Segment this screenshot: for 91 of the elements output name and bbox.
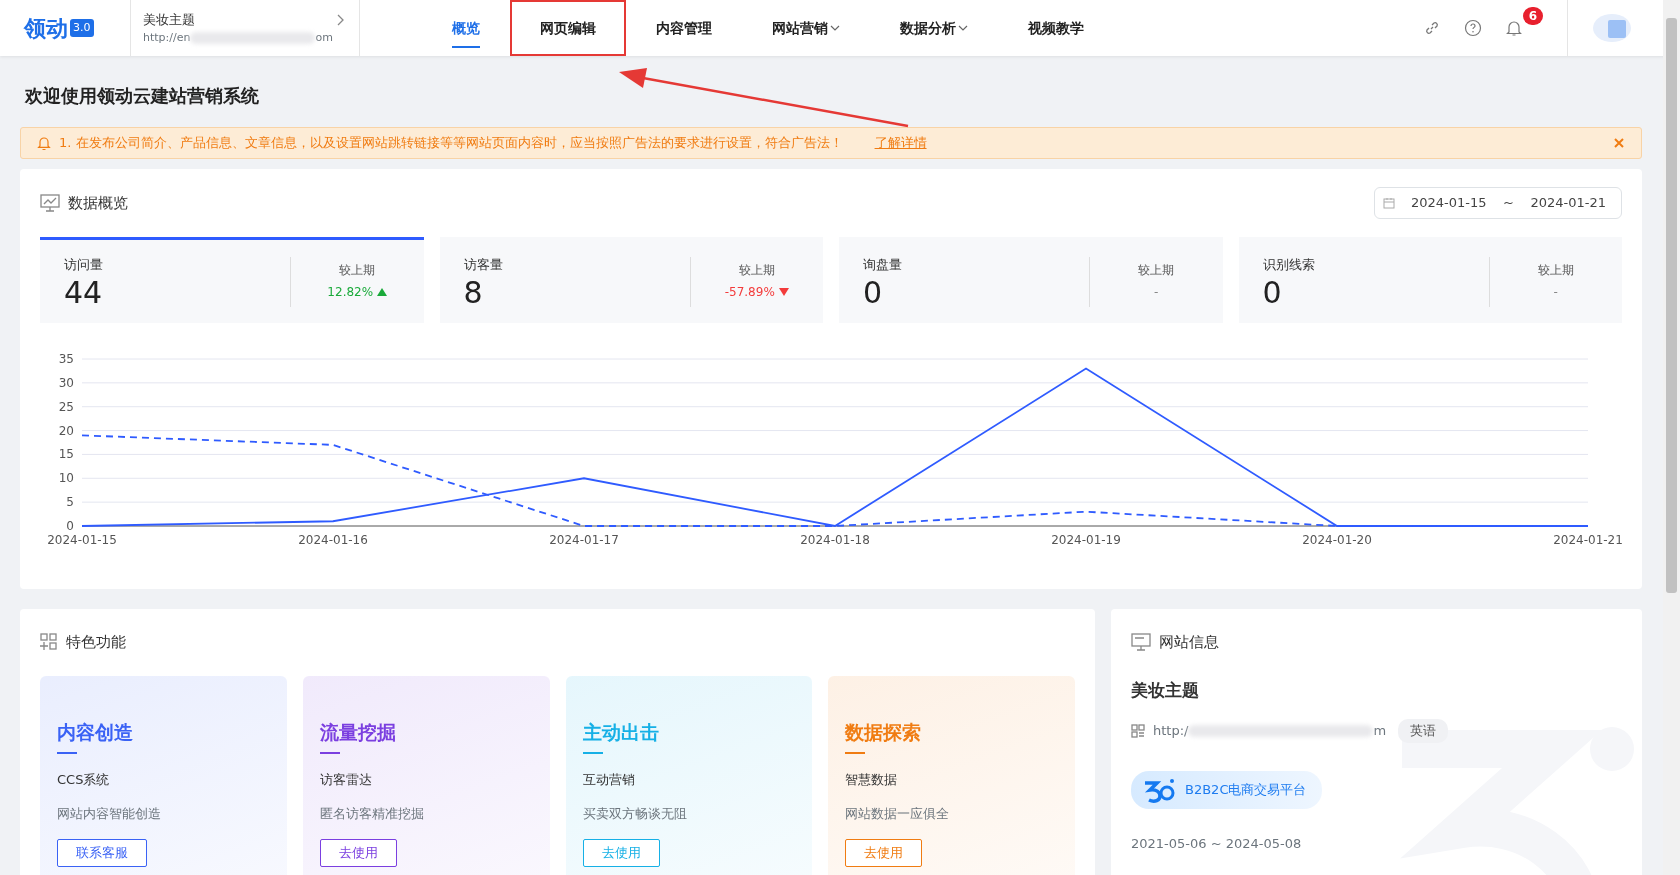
site-url[interactable]: http:/ <box>1153 721 1189 741</box>
scrollbar[interactable] <box>1663 0 1680 875</box>
language-tag: 英语 <box>1398 719 1449 743</box>
feature-description: 匿名访客精准挖掘 <box>319 804 425 823</box>
feature-title: 主动出击 <box>582 719 660 745</box>
bell-icon[interactable] <box>1505 19 1522 37</box>
help-icon[interactable] <box>1463 19 1482 37</box>
axis-tick-label: 30 <box>58 375 74 390</box>
site-name: 美妆主题 <box>1131 678 1200 702</box>
stat-tile[interactable]: 识别线索 0 较上期 - <box>1238 237 1622 323</box>
chevron-right-icon[interactable] <box>337 14 345 26</box>
compare-label: 较上期 <box>338 261 377 279</box>
service-period: 2021-05-06 ~ 2024-05-08 <box>1131 835 1303 853</box>
site-url: http://en <box>143 30 191 44</box>
site-url: om <box>315 30 333 44</box>
feature-subtitle: 智慧数据 <box>845 771 899 789</box>
close-icon[interactable] <box>1613 137 1625 149</box>
monitor-icon <box>1131 633 1151 652</box>
title-underline <box>582 752 603 754</box>
compare-label: 较上期 <box>737 261 776 279</box>
feature-title: 数据探索 <box>845 719 923 745</box>
apps-icon <box>40 633 58 652</box>
feature-title: 流量挖掘 <box>319 719 397 745</box>
section-title: 数据概览 <box>68 192 128 214</box>
nav-tab[interactable]: 视频教学 <box>998 0 1114 56</box>
bell-icon <box>37 135 51 151</box>
title-underline <box>57 752 77 754</box>
stat-label: 询盘量 <box>863 255 903 274</box>
notification-badge: 6 <box>1522 7 1543 25</box>
compare-label: 较上期 <box>1536 261 1575 279</box>
stat-label: 识别线索 <box>1262 255 1316 274</box>
section-title: 网站信息 <box>1159 632 1219 653</box>
axis-tick-label: 2024-01-18 <box>800 533 870 547</box>
feature-subtitle: 访客雷达 <box>319 771 373 789</box>
feature-button[interactable]: 联系客服 <box>57 839 147 867</box>
axis-tick-label: 35 <box>58 352 74 366</box>
title-underline <box>319 752 340 754</box>
axis-tick-label: 5 <box>66 495 74 510</box>
feature-button[interactable]: 去使用 <box>319 839 397 867</box>
page-title: 欢迎使用领动云建站营销系统 <box>25 84 260 108</box>
stat-tile[interactable]: 访客量 8 较上期 -57.89% <box>439 237 823 323</box>
change-value: -57.89% <box>724 283 775 301</box>
feature-description: 网站内容智能创造 <box>57 804 162 823</box>
site-url[interactable]: m <box>1373 721 1387 741</box>
logo-badge: 3.0 <box>70 18 94 38</box>
feature-description: 网站数据一应俱全 <box>845 804 951 823</box>
nav-tab[interactable]: 数据分析 <box>870 0 998 56</box>
compare-label: 较上期 <box>1137 261 1176 279</box>
axis-tick-label: 2024-01-16 <box>298 533 368 547</box>
stat-value: 8 <box>463 278 484 309</box>
axis-tick-label: 2024-01-20 <box>1302 533 1372 547</box>
plan-badge: B2B2C电商交易平台 <box>1131 770 1323 809</box>
notice-text: 1. 在发布公司简介、产品信息、文章信息，以及设置网站跳转链接等等网站页面内容时，应当按照广告法的要求进行设置，符合广告法！ <box>59 134 843 153</box>
axis-tick-label: 10 <box>58 471 74 486</box>
link-icon[interactable] <box>1423 20 1440 36</box>
logo-text[interactable]: 领动 <box>24 11 68 45</box>
calendar-icon <box>1383 197 1395 209</box>
title-underline <box>845 752 866 754</box>
avatar-icon[interactable] <box>1592 12 1632 44</box>
axis-tick-label: 25 <box>58 399 74 414</box>
nav-tab[interactable]: 内容管理 <box>626 0 742 56</box>
nav-tab[interactable]: 概览 <box>422 0 510 56</box>
feature-subtitle: 互动营销 <box>582 771 636 789</box>
axis-tick-label: 20 <box>58 423 74 438</box>
feature-subtitle: CCS系统 <box>57 771 111 789</box>
section-title: 特色功能 <box>66 632 126 653</box>
qr-code-icon[interactable] <box>1131 723 1145 738</box>
change-value: 12.82% <box>327 283 374 301</box>
scrollbar-thumb[interactable] <box>1666 18 1677 593</box>
axis-tick-label: 15 <box>58 447 74 462</box>
change-value: - <box>1154 283 1159 301</box>
nav-tab[interactable]: 网站营销 <box>742 0 870 56</box>
date-range-field[interactable]: 2024-01-15 ~ 2024-01-21 <box>1374 187 1622 219</box>
presentation-chart-icon <box>40 194 60 212</box>
stat-value: 0 <box>1262 278 1283 309</box>
axis-tick-label: 2024-01-15 <box>47 533 117 547</box>
stat-tile[interactable]: 询盘量 0 较上期 - <box>839 237 1223 323</box>
feature-description: 买卖双方畅谈无阻 <box>582 804 688 823</box>
axis-tick-label: 2024-01-21 <box>1553 533 1623 547</box>
stat-value: 0 <box>863 278 884 309</box>
nav-tab[interactable]: 网页编辑 <box>510 0 626 56</box>
stat-value: 44 <box>64 278 104 309</box>
axis-tick-label: 2024-01-19 <box>1051 533 1121 547</box>
axis-tick-label: 0 <box>66 519 74 533</box>
site-name[interactable]: 美妆主题 <box>143 10 347 30</box>
stat-label: 访客量 <box>463 255 504 274</box>
feature-title: 内容创造 <box>57 719 134 745</box>
stat-label: 访问量 <box>64 255 104 274</box>
change-value: - <box>1553 283 1558 301</box>
axis-tick-label: 2024-01-17 <box>549 533 619 547</box>
stat-tile[interactable]: 访问量 44 较上期 12.82% <box>40 237 424 323</box>
